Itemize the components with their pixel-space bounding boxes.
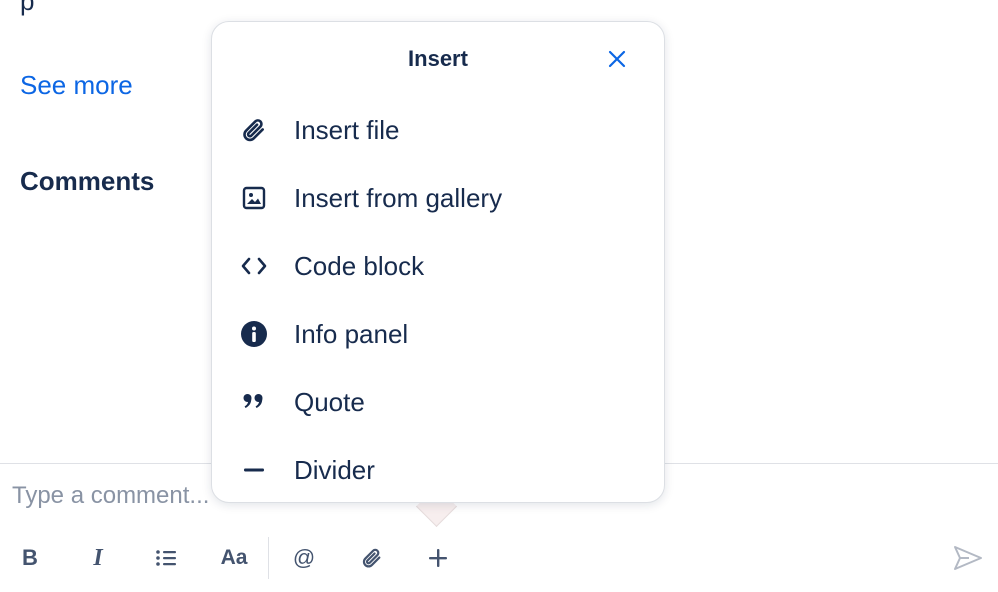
mention-label: @ bbox=[292, 545, 316, 570]
image-icon bbox=[240, 184, 268, 212]
menu-item-label: Info panel bbox=[294, 318, 409, 349]
popup-title: Insert bbox=[408, 46, 468, 71]
text-style-label: Aa bbox=[220, 546, 248, 569]
comments-heading: Comments bbox=[20, 166, 155, 196]
bullet-list-button[interactable] bbox=[144, 538, 188, 578]
see-more-link[interactable]: See more bbox=[20, 70, 133, 101]
menu-item-label: Insert from gallery bbox=[294, 182, 503, 213]
plus-icon bbox=[429, 549, 447, 567]
paperclip-icon bbox=[240, 116, 268, 144]
send-icon bbox=[954, 546, 982, 570]
send-button[interactable] bbox=[948, 540, 988, 576]
italic-label: I bbox=[93, 544, 103, 571]
close-icon bbox=[608, 50, 626, 68]
toolbar-separator bbox=[268, 537, 269, 579]
bold-label: B bbox=[22, 545, 38, 570]
menu-item-insert-from-gallery[interactable]: Insert from gallery bbox=[212, 168, 664, 228]
text-style-button[interactable]: Aa bbox=[212, 538, 256, 578]
menu-item-label: Divider bbox=[294, 454, 375, 485]
mention-button[interactable]: @ bbox=[282, 538, 326, 578]
paperclip-icon bbox=[362, 548, 381, 568]
code-icon bbox=[240, 252, 268, 280]
quote-icon bbox=[240, 388, 268, 416]
insert-button[interactable] bbox=[416, 538, 460, 578]
close-button[interactable] bbox=[604, 46, 630, 72]
info-icon bbox=[240, 320, 268, 348]
menu-item-label: Insert file bbox=[294, 114, 400, 145]
menu-item-label: Code block bbox=[294, 250, 425, 281]
menu-item-insert-file[interactable]: Insert file bbox=[212, 100, 664, 160]
menu-item-divider[interactable]: Divider bbox=[212, 440, 664, 500]
menu-item-label: Quote bbox=[294, 386, 365, 417]
bullet-list-icon bbox=[156, 550, 176, 566]
attach-button[interactable] bbox=[350, 538, 394, 578]
menu-item-info-panel[interactable]: Info panel bbox=[212, 304, 664, 364]
bold-button[interactable]: B bbox=[8, 538, 52, 578]
divider-icon bbox=[240, 456, 268, 484]
insert-popup: Insert Insert file Insert from gallery C… bbox=[211, 21, 665, 503]
menu-item-quote[interactable]: Quote bbox=[212, 372, 664, 432]
italic-button[interactable]: I bbox=[76, 538, 120, 578]
truncated-text-fragment: p bbox=[20, 0, 35, 16]
menu-item-code-block[interactable]: Code block bbox=[212, 236, 664, 296]
